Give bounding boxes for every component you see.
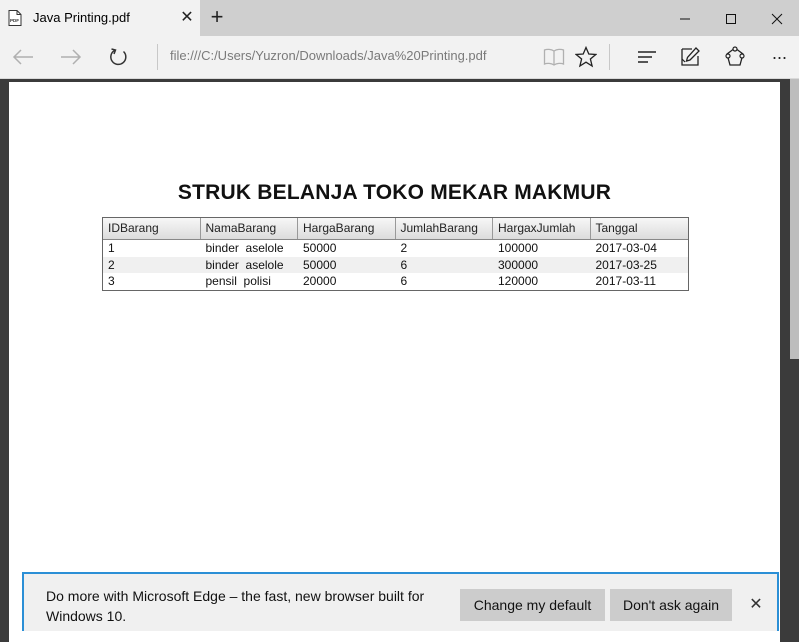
pdf-viewer: STRUK BELANJA TOKO MEKAR MAKMUR IDBarang… — [0, 79, 799, 642]
share-icon — [725, 46, 745, 66]
maximize-icon — [726, 14, 736, 25]
tab-close-icon[interactable]: ✕ — [178, 7, 196, 29]
book-icon — [543, 48, 565, 66]
separator — [157, 44, 158, 70]
table-cell: 120000 — [498, 274, 539, 288]
table-cell: 2017-03-04 — [595, 241, 657, 255]
receipt-table: IDBarang NamaBarang HargaBarang JumlahBa… — [102, 217, 689, 291]
column-header: HargaBarang — [298, 218, 396, 239]
pdf-file-icon: PDF — [8, 10, 22, 26]
table-cell: 2 — [400, 241, 408, 255]
minimize-button[interactable] — [662, 0, 708, 36]
web-note-button[interactable] — [676, 43, 704, 71]
address-input[interactable]: file:///C:/Users/Yuzron/Downloads/Java%2… — [170, 48, 487, 63]
web-note-icon — [681, 47, 700, 66]
hub-icon — [638, 51, 656, 63]
back-arrow-icon — [12, 49, 33, 65]
table-cell: 3 — [108, 274, 115, 288]
notification-close-icon[interactable]: ✕ — [745, 594, 767, 616]
column-header: Tanggal — [595, 221, 638, 235]
table-cell: 50000 — [303, 257, 337, 272]
table-cell: 1 — [108, 241, 115, 255]
table-row: 2 binder aselole 50000 6 300000 2017-03-… — [103, 256, 688, 273]
svg-text:PDF: PDF — [10, 18, 19, 23]
title-bar: PDF Java Printing.pdf ✕ + — [0, 0, 799, 36]
notification-message: Do more with Microsoft Edge – the fast, … — [46, 588, 425, 624]
table-cell: binder aselole — [205, 257, 284, 272]
table-cell: pensil polisi — [205, 274, 271, 288]
dont-ask-again-button[interactable]: Don't ask again — [610, 589, 732, 621]
change-default-button[interactable]: Change my default — [460, 589, 605, 621]
navigation-bar: file:///C:/Users/Yuzron/Downloads/Java%2… — [0, 36, 799, 79]
default-browser-notification: Do more with Microsoft Edge – the fast, … — [22, 572, 779, 631]
more-button[interactable]: ··· — [765, 43, 793, 71]
table-cell: 2017-03-11 — [595, 274, 657, 288]
table-cell: 50000 — [303, 241, 337, 255]
favorite-button[interactable] — [572, 43, 600, 71]
column-header: HargaxJumlah — [493, 218, 591, 239]
forward-arrow-icon — [61, 49, 82, 65]
table-cell: 6 — [400, 274, 408, 288]
refresh-icon — [110, 48, 127, 66]
share-button[interactable] — [721, 43, 749, 71]
back-button[interactable] — [9, 43, 37, 71]
table-cell: 2017-03-25 — [595, 257, 657, 272]
table-row: 1 binder aselole 50000 2 100000 2017-03-… — [103, 240, 688, 257]
table-cell: 100000 — [498, 241, 539, 255]
tab-title: Java Printing.pdf — [33, 10, 130, 25]
table-cell: 6 — [400, 257, 408, 272]
separator — [609, 44, 610, 70]
maximize-button[interactable] — [708, 0, 754, 36]
reading-view-button[interactable] — [540, 43, 568, 71]
scrollbar-thumb[interactable] — [790, 79, 799, 359]
table-cell: 20000 — [303, 274, 337, 288]
document-title: STRUK BELANJA TOKO MEKAR MAKMUR — [177, 181, 612, 204]
new-tab-button[interactable]: + — [203, 6, 231, 30]
table-cell: 2 — [108, 257, 115, 272]
table-row: 3 pensil polisi 20000 6 120000 2017-03-1… — [103, 273, 688, 290]
table-header: IDBarang NamaBarang HargaBarang JumlahBa… — [103, 218, 688, 240]
close-icon — [771, 13, 783, 25]
hub-button[interactable] — [633, 43, 661, 71]
forward-button[interactable] — [57, 43, 85, 71]
window-close-button[interactable] — [754, 0, 799, 36]
table-cell: 300000 — [498, 257, 539, 272]
minimize-icon — [680, 18, 690, 20]
refresh-button[interactable] — [105, 43, 133, 71]
pdf-page: STRUK BELANJA TOKO MEKAR MAKMUR IDBarang… — [9, 82, 780, 642]
table-cell: binder aselole — [205, 241, 284, 255]
column-header: JumlahBarang — [396, 218, 493, 239]
star-icon — [575, 46, 597, 68]
column-header: IDBarang — [103, 218, 201, 239]
column-header: NamaBarang — [201, 218, 298, 239]
tab-java-printing[interactable]: PDF Java Printing.pdf ✕ — [0, 0, 200, 36]
